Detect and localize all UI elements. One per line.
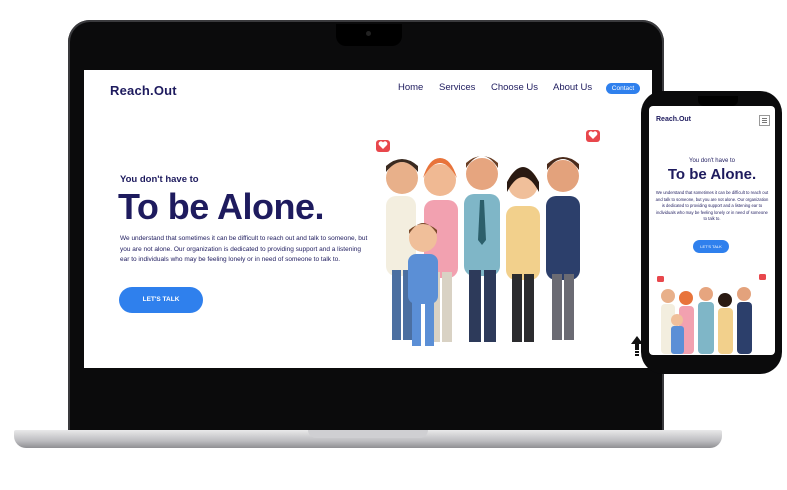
phone-hero-tagline: You don't have to (689, 158, 735, 164)
phone-hero-title: To be Alone. (667, 166, 757, 183)
phone-brand-logo[interactable]: Reach.Out (656, 116, 691, 123)
phone-lets-talk-button[interactable]: LET'S TALK (693, 240, 729, 253)
heart-icon (586, 130, 600, 142)
laptop-screen: Reach.Out Home Services Choose Us About … (84, 70, 652, 368)
nav-services[interactable]: Services (439, 82, 475, 93)
laptop-camera (366, 31, 371, 36)
brand-logo[interactable]: Reach.Out (110, 83, 177, 98)
laptop-base-notch (308, 430, 428, 438)
contact-button[interactable]: Contact (606, 83, 640, 94)
people-illustration (376, 130, 600, 346)
nav-home[interactable]: Home (398, 82, 423, 93)
nav-choose-us[interactable]: Choose Us (491, 82, 538, 93)
phone-people-illustration (657, 274, 766, 354)
hero-title: To be Alone. (118, 186, 325, 227)
phone-screen: Reach.Out You don't have to To be Alone.… (649, 106, 775, 355)
nav-about-us[interactable]: About Us (553, 82, 592, 93)
heart-icon (759, 274, 766, 280)
phone-hero-description: We understand that sometimes it can be d… (655, 190, 769, 222)
hero-description: We understand that sometimes it can be d… (120, 235, 368, 263)
hero-tagline: You don't have to (120, 174, 199, 185)
phone-notch (698, 96, 738, 106)
lets-talk-button[interactable]: LET'S TALK (119, 287, 203, 313)
heart-icon (376, 140, 390, 152)
menu-icon[interactable] (759, 115, 770, 126)
heart-icon (657, 276, 664, 282)
